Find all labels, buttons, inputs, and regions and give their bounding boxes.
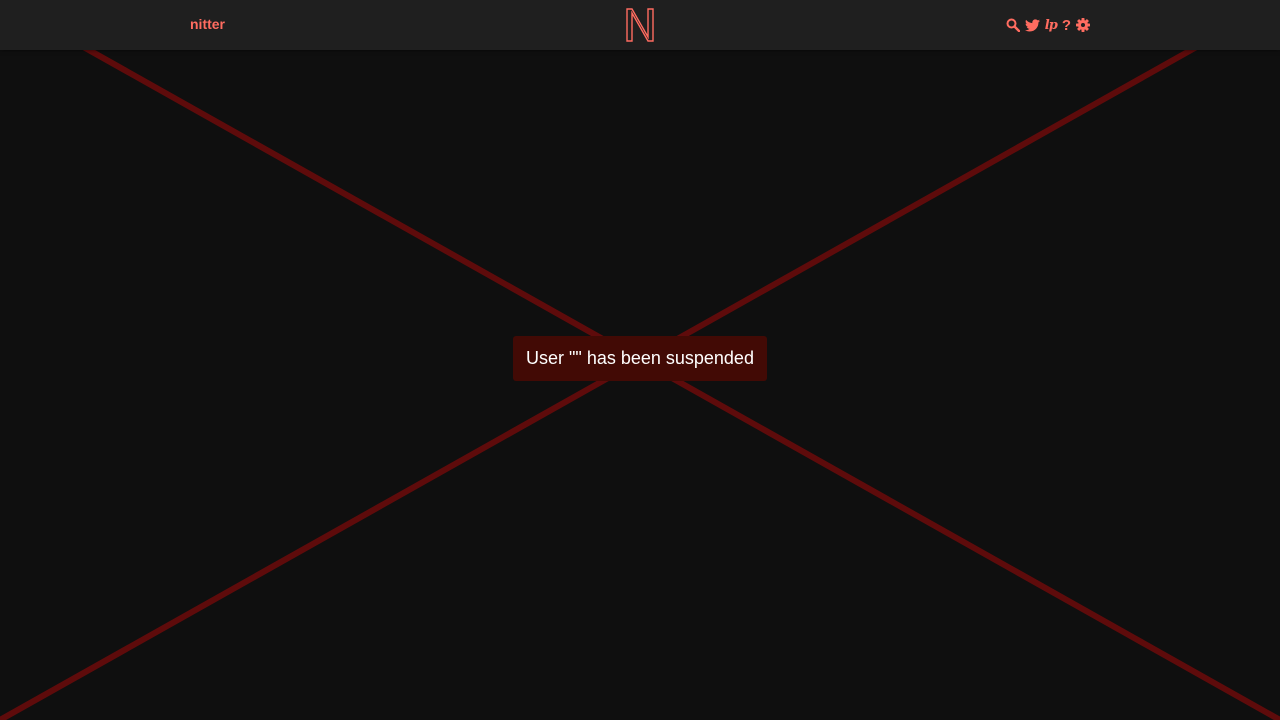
- gear-icon[interactable]: [1076, 15, 1090, 35]
- error-message: User "" has been suspended: [526, 348, 754, 368]
- rss-glyph: lp: [1044, 17, 1058, 33]
- help-glyph: ?: [1061, 16, 1071, 34]
- search-icon[interactable]: [1006, 15, 1020, 35]
- rss-icon[interactable]: lp: [1044, 15, 1058, 35]
- page: nitter lp ? User "" has been suspended: [0, 0, 1280, 720]
- twitter-bird-icon[interactable]: [1024, 15, 1040, 35]
- site-name-link[interactable]: nitter: [190, 16, 225, 32]
- error-panel: User "" has been suspended: [513, 336, 767, 381]
- nitter-logo-icon[interactable]: [625, 7, 655, 43]
- navbar: nitter lp ?: [0, 0, 1280, 50]
- navbar-inner: nitter lp ?: [190, 0, 1090, 50]
- nav-icons: lp ?: [1006, 15, 1090, 35]
- help-icon[interactable]: ?: [1062, 15, 1071, 35]
